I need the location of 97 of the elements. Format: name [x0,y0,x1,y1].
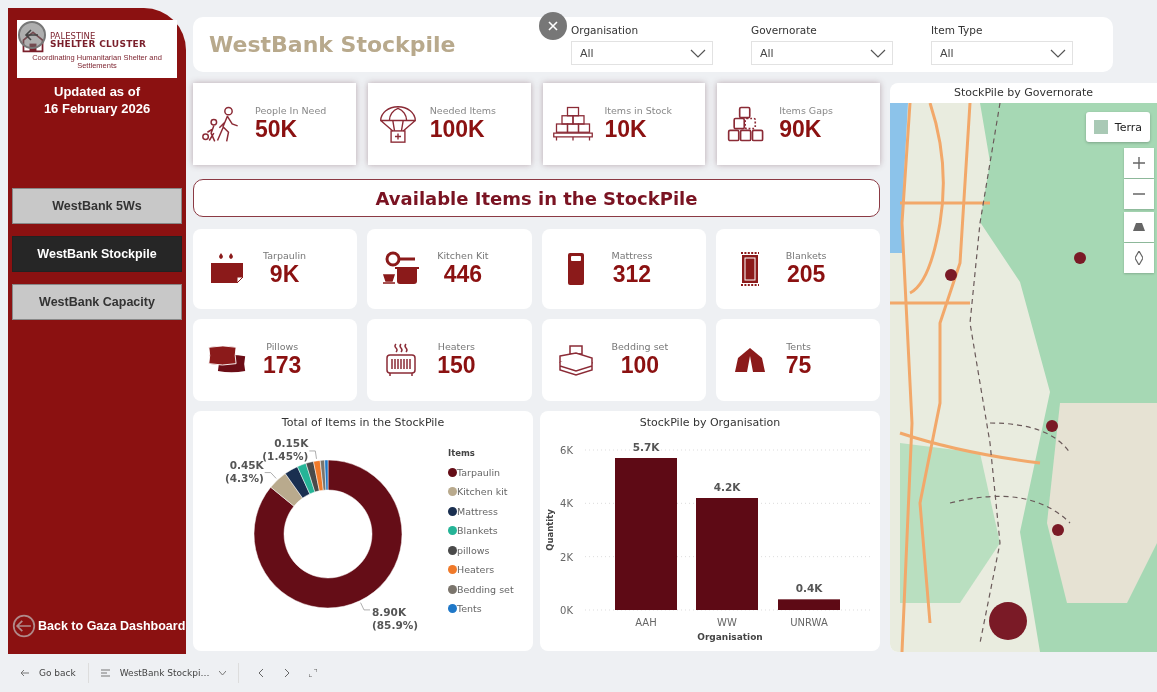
legend-label: Heaters [457,564,495,575]
page-list-icon [100,669,110,678]
updated-date-text: Updated as of [53,84,141,101]
trapezoid-icon [1133,223,1145,231]
back-button[interactable] [18,21,46,49]
logo-text: PALESTINE [50,31,97,41]
section-banner: Available Items in the StockPile [193,179,880,217]
legend-title: Items [448,448,476,458]
chart-title: Total of Items in the StockPile [281,416,445,429]
kpi-value: 100K [429,116,486,143]
kpi-label: Items Gaps [779,105,833,116]
legend-label: Tarpaulin [457,466,501,478]
data-label: 4.2K [713,481,741,493]
kpi-label: Items in Stock [604,105,673,116]
item-value: 9K [269,261,300,288]
item-value: 205 [786,261,826,288]
filter-label: Governorate [751,24,818,36]
legend-label: Bedding set [457,583,514,595]
data-label: 0.4K [795,582,823,595]
legend-label: Tents [457,603,482,614]
axis-tick-label: AAH [635,617,657,628]
legend-label: Kitchen kit [457,486,508,497]
close-button[interactable] [539,12,567,40]
back-arrow-icon [20,669,29,678]
filter-dropdown[interactable]: All [751,41,893,65]
item-label: Bedding set [611,341,669,352]
filter-dropdown[interactable]: All [931,41,1073,65]
legend-label: Mattress [457,505,498,517]
item-value: 75 [785,352,812,379]
chevron-down-icon [870,48,886,58]
axis-tick-label: 4K [560,498,573,510]
axis-title: Quantity [545,509,555,551]
item-label: Blankets [785,250,827,261]
logo-text: SHELTER CLUSTER [50,40,147,50]
data-label: 5.7K [632,441,660,453]
chart-title: StockPile by Organisation [639,416,781,429]
item-label: Tents [786,341,811,352]
item-label: Pillows [266,341,299,352]
axis-tick-label: 6K [560,445,573,456]
map-style-button[interactable]: Terra [1085,112,1150,142]
kpi-value: 50K [255,116,299,143]
caret-icon [219,670,227,676]
filter-label: Item Type [931,24,984,36]
leader-line [264,472,277,479]
close-icon [548,21,558,31]
item-label: Mattress [611,250,653,261]
legend-label: pillows [457,544,490,556]
compass-icon [1135,251,1143,265]
chevron-right-icon [284,669,290,678]
back-arrow-icon [24,27,40,43]
updated-date-text: 16 February 2026 [42,100,152,118]
expand-icon [309,669,318,678]
axis-tick-label: WW [717,617,737,628]
chevron-left-icon [259,669,265,678]
data-label: 0.45K (4.3%) [225,458,264,485]
axis-tick-label: 2K [560,551,573,563]
tilt-button[interactable] [1124,212,1154,242]
page-nav-button[interactable]: WestBank Stockpile [12,235,182,272]
kpi-label: Needed Items [429,105,497,116]
page-title: WestBank Stockpile [209,32,456,57]
data-label: 8.90K (85.9%) [372,605,419,633]
item-value: 150 [437,352,476,379]
kpi-value: 90K [779,116,823,143]
zoom-out-button[interactable] [1124,179,1154,209]
item-value: 446 [443,261,483,288]
chevron-down-icon [1050,48,1066,58]
zoom-in-button[interactable] [1124,148,1154,178]
page-nav-button[interactable]: WestBank 5Ws [12,187,182,224]
map-style-swatch-icon [1093,120,1108,134]
leader-line [360,602,371,611]
filter-label: Organisation [571,24,640,36]
axis-tick-label: 0K [560,605,573,616]
item-value: 173 [263,352,302,379]
axis-tick-label: UNRWA [790,617,828,628]
item-value: 312 [612,261,652,288]
axis-title: Organisation [697,632,763,642]
pan-and-pot-icon [381,251,422,287]
item-label: Tarpaulin [263,250,307,261]
kpi-value: 10K [604,116,648,143]
page-nav-button[interactable]: WestBank Capacity [12,283,182,320]
page-selector[interactable]: WestBank Stockpi… [98,668,239,679]
chevron-down-icon [690,48,706,58]
legend-label: Blankets [457,525,498,536]
go-back-button[interactable]: Go back [18,668,88,679]
back-link[interactable]: Back to Gaza Dashboard [12,614,186,639]
item-label: Heaters [437,341,476,352]
compass-button[interactable] [1124,243,1154,273]
filter-dropdown[interactable]: All [571,41,713,65]
item-label: Kitchen Kit [437,250,489,261]
leader-line [308,450,317,460]
data-label: 0.15K (1.45%) [262,436,309,463]
stacked-boxes-icon [550,105,595,143]
item-value: 100 [620,352,659,379]
plus-icon [1132,156,1146,170]
map-title: StockPile by Governorate [952,85,1095,101]
bar [778,599,840,610]
kpi-label: People In Need [255,105,327,116]
